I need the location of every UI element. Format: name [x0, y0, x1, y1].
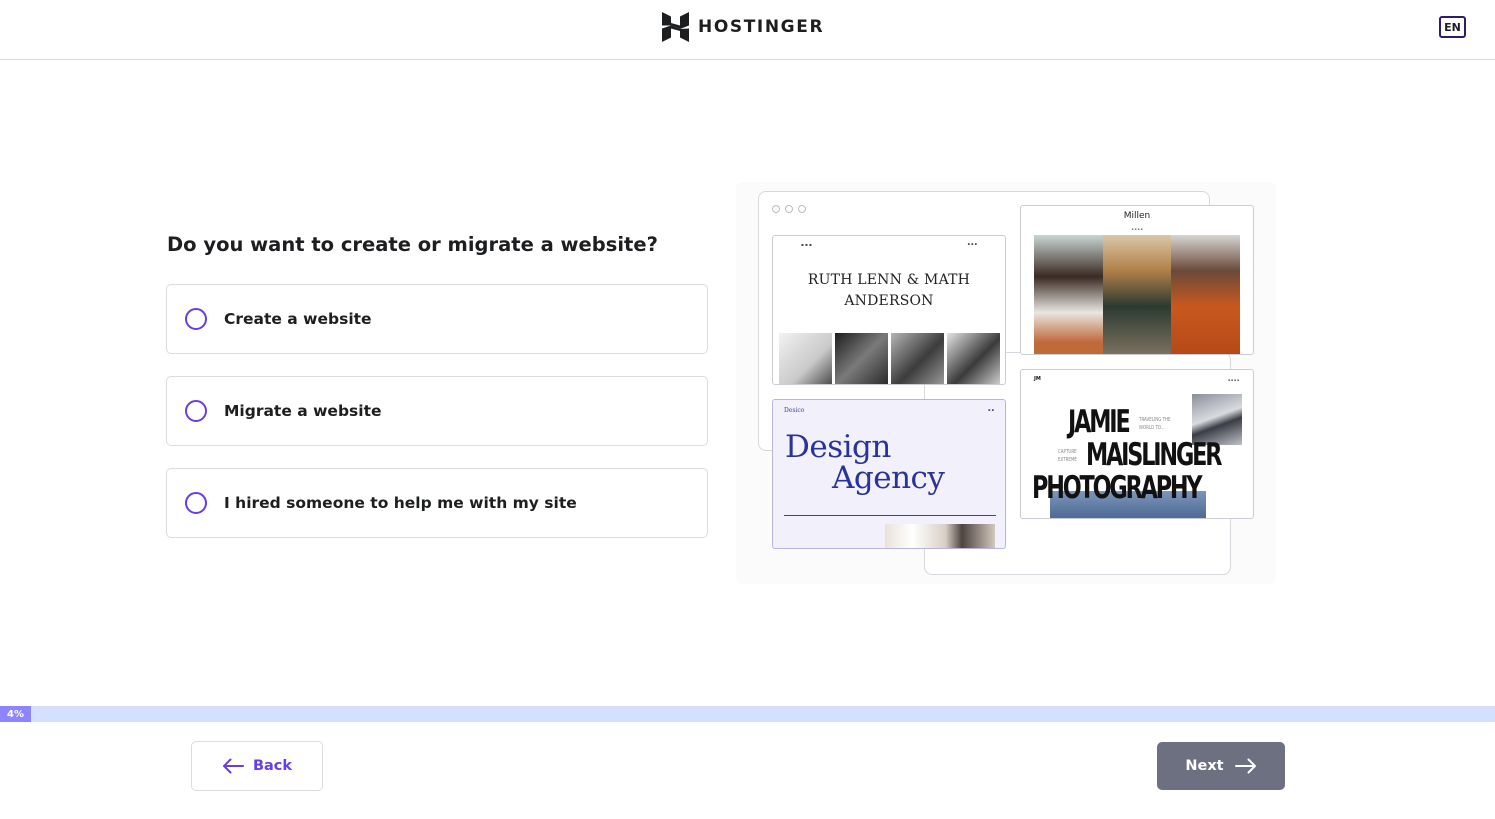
option-create-website[interactable]: Create a website — [166, 284, 708, 354]
brand-name: HOSTINGER — [698, 17, 825, 37]
radio-button[interactable] — [185, 400, 207, 422]
option-label: Create a website — [224, 310, 372, 328]
window-dots — [772, 205, 806, 213]
radio-button[interactable] — [185, 492, 207, 514]
progress-label: 4% — [7, 708, 25, 720]
option-hired-someone[interactable]: I hired someone to help me with my site — [166, 468, 708, 538]
progress-fill: 4% — [0, 706, 32, 722]
template-card-millen: Millen ▪ ▪ ▪ ▪ — [1020, 205, 1254, 355]
website-templates-illustration: ▪ ▪ ▪ ▪ ▪ ▪ RUTH LENN & MATH ANDERSON Mi… — [736, 182, 1276, 584]
template-card-jamie: JM ▪ ▪ ▪ ▪ TRAVELING THE WORLD TO... CAP… — [1020, 369, 1254, 519]
fashion-photos — [1034, 235, 1240, 354]
template-card-ruth: ▪ ▪ ▪ ▪ ▪ ▪ RUTH LENN & MATH ANDERSON — [772, 235, 1006, 385]
back-label: Back — [252, 758, 293, 774]
hostinger-logo-icon — [662, 12, 689, 42]
template-title-line: JAMIE — [1068, 404, 1131, 440]
progress-bar: 4% — [0, 706, 1495, 722]
team-photo — [885, 524, 995, 548]
radio-button[interactable] — [185, 308, 207, 330]
back-button[interactable]: Back — [191, 741, 323, 791]
template-title-line: Agency — [832, 460, 945, 496]
page-title: Do you want to create or migrate a websi… — [167, 233, 658, 256]
template-title-line: RUTH LENN & MATH — [807, 272, 971, 288]
language-selector[interactable]: EN — [1439, 16, 1466, 38]
arrow-left-icon — [222, 758, 244, 774]
option-label: I hired someone to help me with my site — [224, 494, 577, 512]
top-header: HOSTINGER EN — [0, 0, 1495, 60]
option-migrate-website[interactable]: Migrate a website — [166, 376, 708, 446]
template-title-line: ANDERSON — [844, 293, 934, 309]
next-button[interactable]: Next — [1157, 742, 1285, 790]
photo-strip — [779, 333, 1000, 384]
template-card-design-agency: Desico ▪ ▪ Design Agency — [772, 399, 1006, 549]
template-tagline: CAPTURE EXTREME — [1058, 449, 1077, 463]
template-title-line: PHOTOGRAPHY — [1032, 470, 1203, 506]
next-label: Next — [1185, 758, 1224, 774]
option-label: Migrate a website — [224, 402, 382, 420]
arrow-right-icon — [1234, 758, 1256, 774]
hostinger-logo[interactable]: HOSTINGER — [662, 12, 824, 42]
template-title-line: MAISLINGER — [1086, 437, 1222, 473]
template-tagline: TRAVELING THE WORLD TO... — [1139, 417, 1171, 431]
template-title: Millen — [1123, 211, 1151, 221]
